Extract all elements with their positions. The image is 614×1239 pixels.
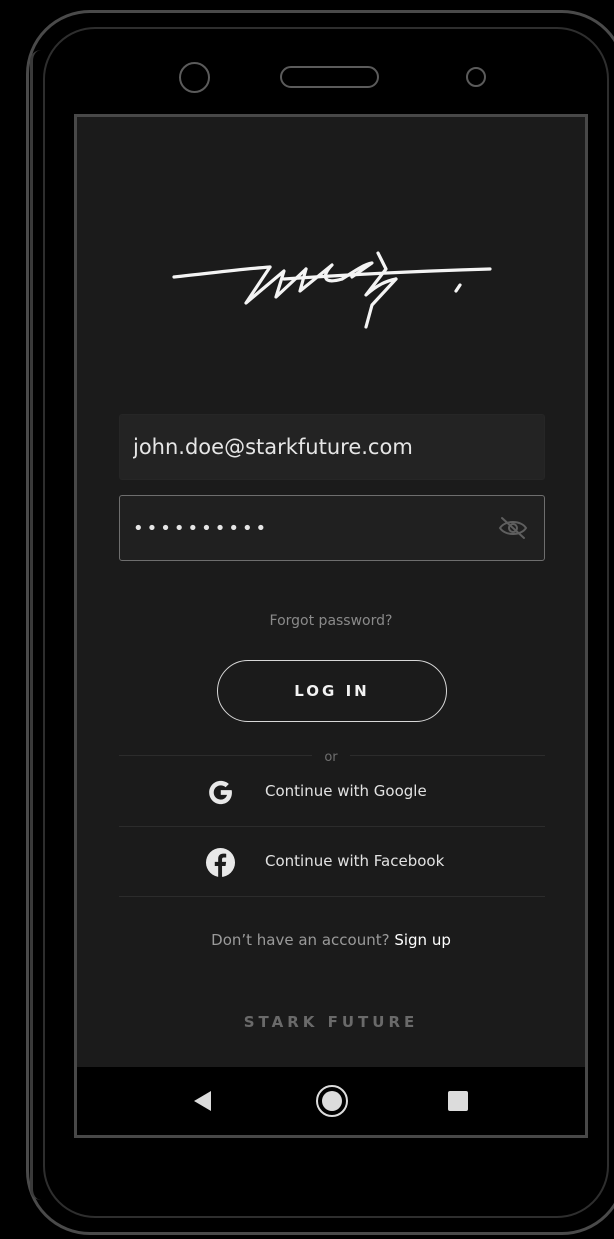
social-divider-2 bbox=[119, 896, 545, 897]
email-input[interactable] bbox=[133, 415, 493, 479]
signup-prompt: Don’t have an account? Sign up bbox=[77, 931, 585, 949]
password-input[interactable] bbox=[133, 496, 493, 560]
eye-off-icon[interactable] bbox=[498, 515, 528, 541]
proximity-sensor bbox=[466, 67, 486, 87]
facebook-icon bbox=[205, 847, 236, 878]
google-icon bbox=[209, 780, 232, 805]
no-account-text: Don’t have an account? bbox=[211, 931, 390, 949]
social-divider-1 bbox=[119, 826, 545, 827]
continue-with-facebook-button[interactable]: Continue with Facebook bbox=[119, 828, 545, 896]
app-screen: Forgot password? LOG IN or Continue with… bbox=[74, 114, 588, 1138]
continue-with-google-button[interactable]: Continue with Google bbox=[119, 758, 545, 826]
front-camera bbox=[179, 62, 210, 93]
log-in-button[interactable]: LOG IN bbox=[217, 660, 447, 722]
earpiece-speaker bbox=[280, 66, 379, 88]
signature-logo bbox=[172, 251, 492, 329]
brand-wordmark: STARK FUTURE bbox=[243, 1013, 419, 1031]
facebook-button-label: Continue with Facebook bbox=[265, 852, 445, 870]
sign-up-link[interactable]: Sign up bbox=[394, 931, 451, 949]
phone-side-edge bbox=[30, 50, 41, 1200]
google-button-label: Continue with Google bbox=[265, 782, 427, 800]
home-circle-icon[interactable] bbox=[315, 1084, 349, 1118]
forgot-password-link[interactable]: Forgot password? bbox=[77, 613, 585, 629]
password-field[interactable] bbox=[119, 495, 545, 561]
back-triangle-icon[interactable] bbox=[191, 1089, 215, 1113]
android-navigation-bar bbox=[77, 1067, 585, 1135]
recent-apps-square-icon[interactable] bbox=[447, 1090, 469, 1112]
email-field[interactable] bbox=[119, 414, 545, 480]
